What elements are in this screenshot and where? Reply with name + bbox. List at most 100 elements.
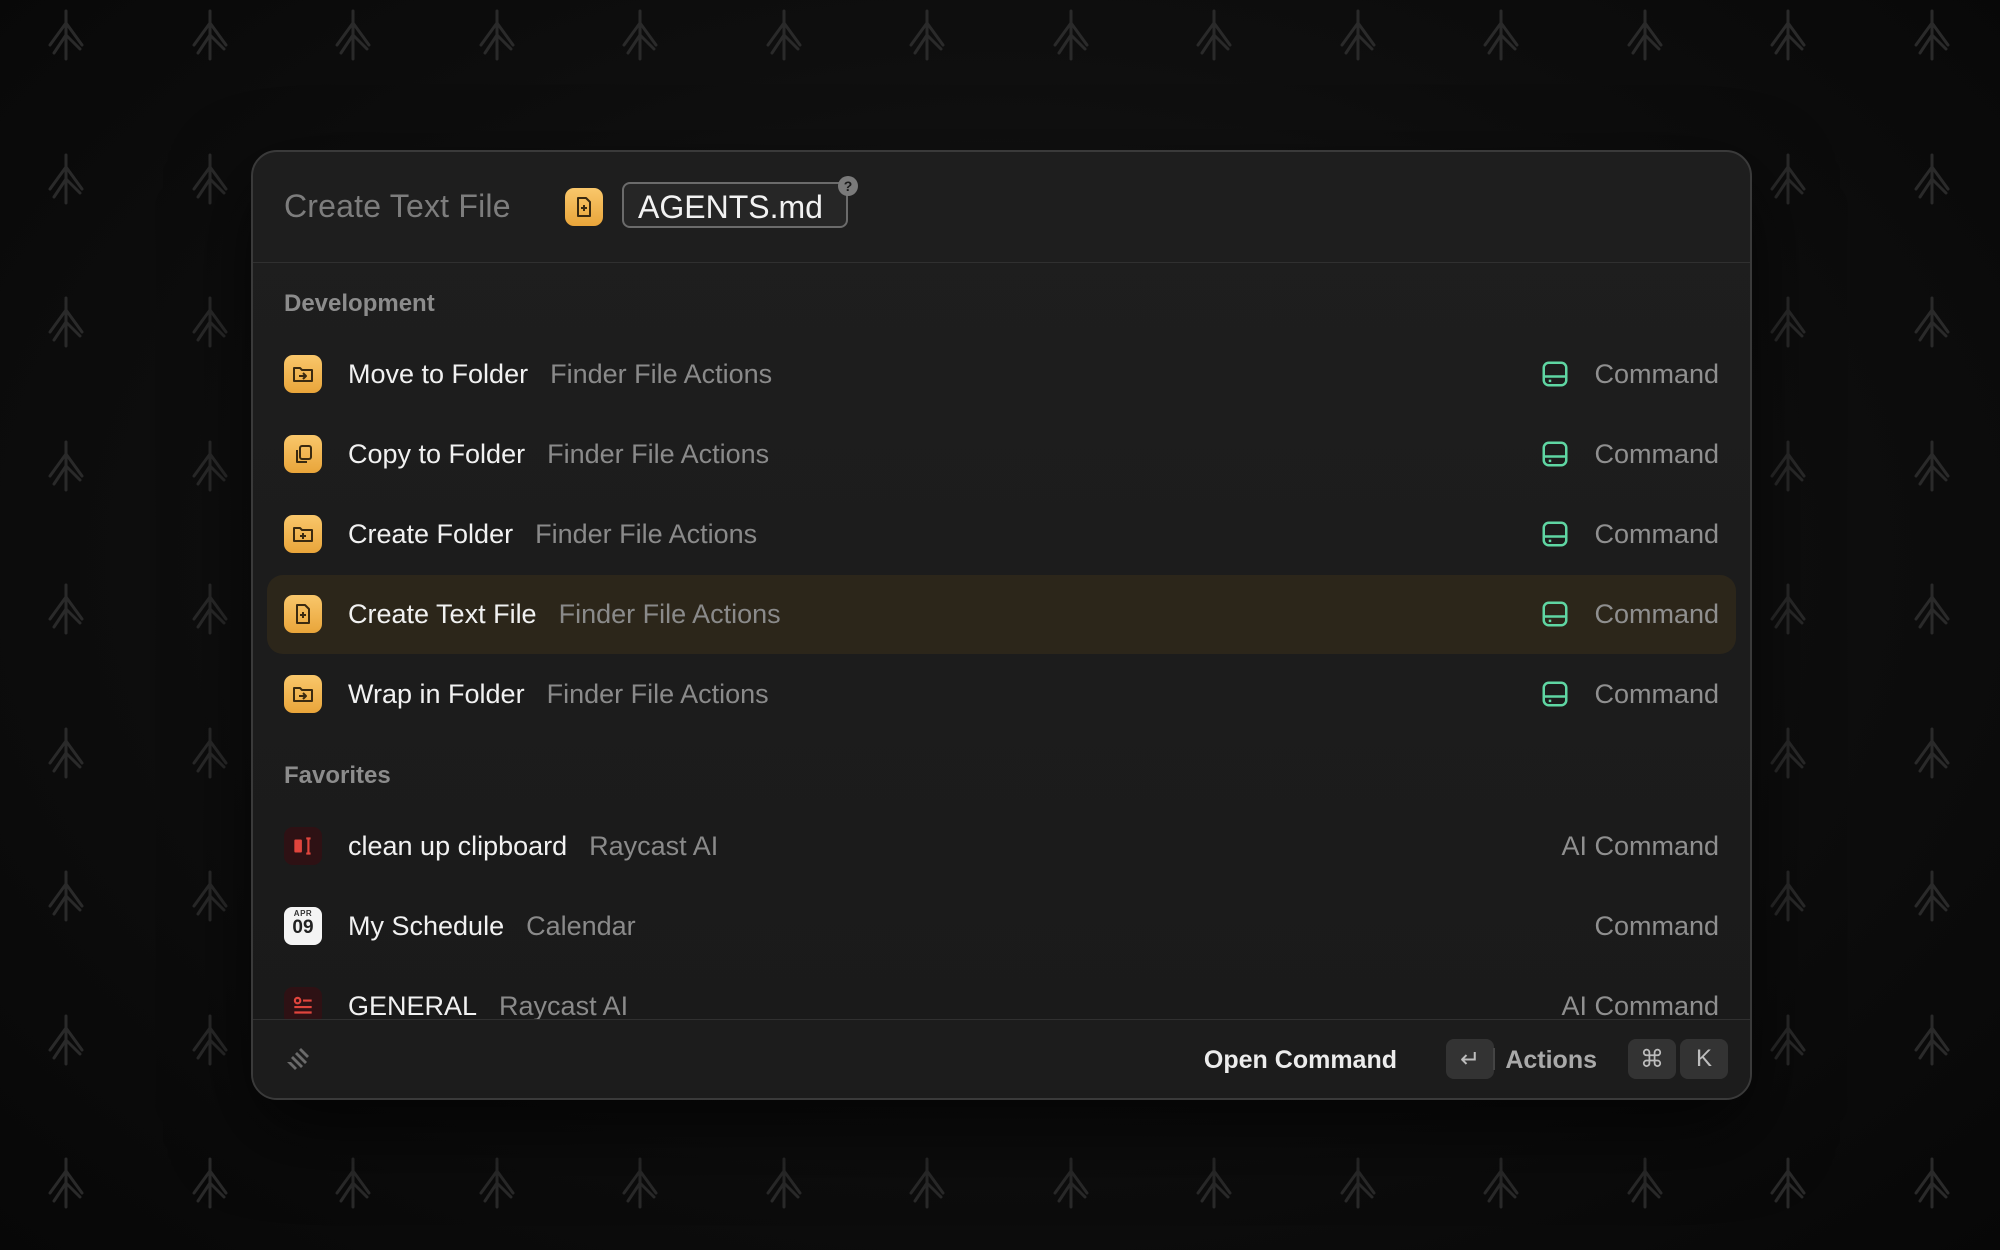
background-logo-icon <box>610 1153 670 1213</box>
background-logo-icon <box>1758 436 1818 496</box>
item-subtitle: Raycast AI <box>499 991 629 1021</box>
item-accessory: Command <box>1594 359 1719 389</box>
background-logo-icon <box>323 5 383 65</box>
launcher-window: Create Text File ? Development Move to F… <box>251 150 1752 1100</box>
background-logo-icon <box>1902 292 1962 352</box>
item-title: Move to Folder <box>348 359 529 389</box>
open-command-label[interactable]: Open Command <box>1204 1046 1397 1075</box>
background-logo-icon <box>754 5 814 65</box>
list-item[interactable]: Wrap in Folder Finder File Actions Comman… <box>267 655 1736 734</box>
background-logo-icon <box>1471 5 1531 65</box>
item-subtitle: Finder File Actions <box>550 359 773 389</box>
background-logo-icon <box>610 5 670 65</box>
background-logo-icon <box>1758 149 1818 209</box>
list-item[interactable]: APR 09 My Schedule Calendar Command <box>267 887 1736 966</box>
background-logo-icon <box>897 1153 957 1213</box>
item-accessory: Command <box>1594 679 1719 709</box>
background-logo-icon <box>180 579 240 639</box>
background-logo-icon <box>1758 1153 1818 1213</box>
item-title: My Schedule <box>348 911 505 941</box>
raycast-logo-icon <box>279 1042 315 1078</box>
item-title: Wrap in Folder <box>348 679 525 709</box>
list-item[interactable]: Create Folder Finder File Actions Command <box>267 495 1736 574</box>
command-key-icon[interactable]: ⌘ <box>1628 1039 1676 1079</box>
background-logo-icon <box>36 866 96 926</box>
background-logo-icon <box>467 1153 527 1213</box>
return-key-icon[interactable]: ↵ <box>1446 1039 1494 1079</box>
background-logo-icon <box>180 866 240 926</box>
background-logo-icon <box>36 723 96 783</box>
extension-icon <box>1540 439 1570 469</box>
background-logo-icon <box>36 149 96 209</box>
background-logo-icon <box>180 1010 240 1070</box>
argument-input[interactable] <box>622 182 848 228</box>
section-title-favorites: Favorites <box>284 762 391 789</box>
background-logo-icon <box>323 1153 383 1213</box>
background-logo-icon <box>180 5 240 65</box>
background-logo-icon <box>1041 5 1101 65</box>
list-item[interactable]: Move to Folder Finder File Actions Comman… <box>267 335 1736 414</box>
item-subtitle: Raycast AI <box>589 831 719 861</box>
item-subtitle: Finder File Actions <box>546 679 769 709</box>
command-title: Create Text File <box>284 188 511 224</box>
file-plus-icon <box>565 188 603 226</box>
list-item[interactable]: Copy to Folder Finder File Actions Comman… <box>267 415 1736 494</box>
background-logo-icon <box>36 292 96 352</box>
background-logo-icon <box>1902 1010 1962 1070</box>
item-title: Create Folder <box>348 519 514 549</box>
list-item[interactable]: clean up clipboard Raycast AI AI Command <box>267 807 1736 886</box>
folder-move-icon <box>284 675 322 713</box>
background-logo-icon <box>1758 866 1818 926</box>
list-item-selected[interactable]: Create Text File Finder File Actions Comm… <box>267 575 1736 654</box>
item-subtitle: Finder File Actions <box>547 439 770 469</box>
background-logo-icon <box>36 579 96 639</box>
extension-icon <box>1540 679 1570 709</box>
item-title: Copy to Folder <box>348 439 526 469</box>
text-cursor-icon <box>284 827 322 865</box>
background-logo-icon <box>1758 1010 1818 1070</box>
folder-move-icon <box>284 355 322 393</box>
background-logo-icon <box>1902 436 1962 496</box>
background-logo-icon <box>1902 723 1962 783</box>
calendar-icon: APR 09 <box>284 907 322 945</box>
section-title-development: Development <box>284 290 435 317</box>
actions-button[interactable]: Actions <box>1505 1046 1597 1075</box>
background-logo-icon <box>1758 723 1818 783</box>
extension-icon <box>1540 519 1570 549</box>
item-subtitle: Calendar <box>526 911 636 941</box>
background-logo-icon <box>180 149 240 209</box>
background-logo-icon <box>36 5 96 65</box>
calendar-day: 09 <box>292 917 314 938</box>
background-logo-icon <box>897 5 957 65</box>
item-accessory: Command <box>1594 911 1719 941</box>
background-logo-icon <box>1758 579 1818 639</box>
k-key[interactable]: K <box>1680 1039 1728 1079</box>
background-logo-icon <box>1758 292 1818 352</box>
background-logo-icon <box>1328 5 1388 65</box>
background-logo-icon <box>180 1153 240 1213</box>
extension-icon <box>1540 599 1570 629</box>
extension-icon <box>1540 359 1570 389</box>
background-logo-icon <box>180 723 240 783</box>
folder-plus-icon <box>284 515 322 553</box>
background-logo-icon <box>1902 579 1962 639</box>
background-logo-icon <box>1902 1153 1962 1213</box>
background-logo-icon <box>36 1153 96 1213</box>
file-plus-icon <box>284 595 322 633</box>
action-bar: Open Command ↵ Actions ⌘ K <box>253 1019 1750 1098</box>
background-logo-icon <box>36 1010 96 1070</box>
background-logo-icon <box>1328 1153 1388 1213</box>
background-logo-icon <box>1615 1153 1675 1213</box>
background-logo-icon <box>1471 1153 1531 1213</box>
background-logo-icon <box>1184 1153 1244 1213</box>
background-logo-icon <box>180 436 240 496</box>
item-subtitle: Finder File Actions <box>558 599 781 629</box>
background-logo-icon <box>754 1153 814 1213</box>
item-title: GENERAL <box>348 991 478 1021</box>
background-logo-icon <box>467 5 527 65</box>
help-icon[interactable]: ? <box>838 176 858 196</box>
item-title: clean up clipboard <box>348 831 568 861</box>
background-logo-icon <box>1615 5 1675 65</box>
copy-icon <box>284 435 322 473</box>
item-accessory: Command <box>1594 519 1719 549</box>
